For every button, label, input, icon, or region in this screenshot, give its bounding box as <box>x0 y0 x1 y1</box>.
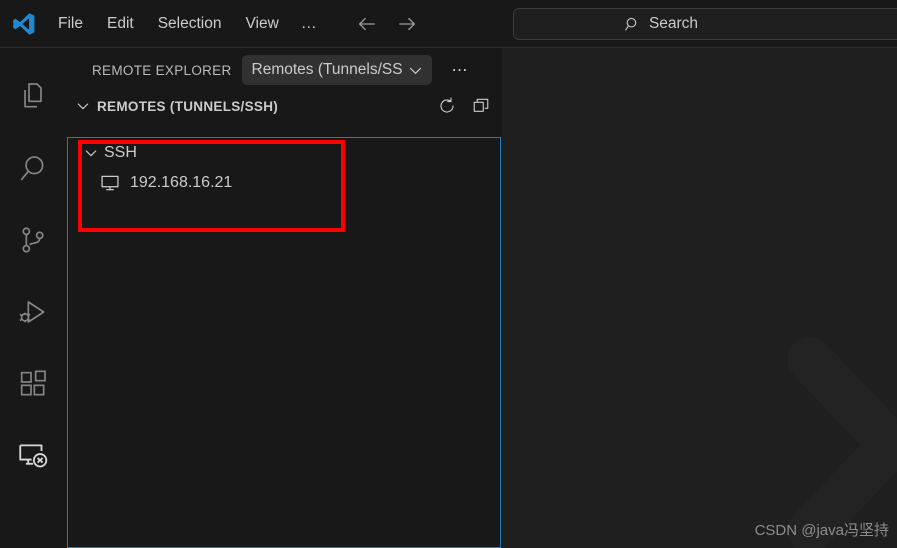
menu-edit[interactable]: Edit <box>95 10 146 38</box>
chevron-down-icon <box>407 62 424 79</box>
extensions-icon <box>17 368 49 400</box>
search-bar[interactable]: Search <box>513 8 897 40</box>
vscode-logo-icon <box>0 0 46 48</box>
activitybar-item-source-control[interactable] <box>0 204 65 276</box>
search-icon <box>17 152 49 184</box>
activitybar-item-remote-explorer[interactable] <box>0 420 65 492</box>
sidebar-more-actions-button[interactable]: ⋯ <box>446 60 476 80</box>
chevron-down-icon <box>75 98 91 114</box>
tree-item-host-label: 192.168.16.21 <box>130 174 233 191</box>
search-label: Search <box>648 15 699 32</box>
tree-item-host[interactable]: 192.168.16.21 <box>68 168 500 198</box>
watermark-text: CSDN @java冯坚持 <box>754 522 889 539</box>
refresh-icon[interactable] <box>438 97 456 115</box>
source-control-icon <box>17 224 49 256</box>
menu-selection[interactable]: Selection <box>146 10 234 38</box>
chevron-right-decor-icon <box>783 330 897 548</box>
tree-item-ssh[interactable]: SSH <box>68 138 500 168</box>
chevron-down-icon[interactable] <box>82 145 100 161</box>
remotes-tree: SSH 192.168.16.21 <box>67 137 501 548</box>
arrow-left-icon[interactable] <box>354 11 380 37</box>
remotes-section-actions <box>438 97 490 115</box>
files-icon <box>17 80 49 112</box>
navigation-arrows <box>354 11 420 37</box>
split-window-icon[interactable] <box>472 97 490 115</box>
menu-view[interactable]: View <box>233 10 290 38</box>
sidebar-header: REMOTE EXPLORER Remotes (Tunnels/SSH) ⋯ <box>65 48 502 92</box>
title-bar: File Edit Selection View … Search <box>0 0 897 48</box>
activitybar-item-search[interactable] <box>0 132 65 204</box>
tree-item-ssh-label: SSH <box>104 144 137 161</box>
activity-bar <box>0 48 65 548</box>
run-debug-icon <box>17 296 49 328</box>
remotes-section-title: REMOTES (TUNNELS/SSH) <box>97 98 279 114</box>
remotes-section-header[interactable]: REMOTES (TUNNELS/SSH) <box>65 92 502 120</box>
remotes-view-dropdown[interactable]: Remotes (Tunnels/SSH) <box>241 55 432 85</box>
editor-area: CSDN @java冯坚持 <box>502 48 897 548</box>
page-title: REMOTE EXPLORER <box>92 62 232 78</box>
menu-more[interactable]: … <box>291 10 329 38</box>
activitybar-item-extensions[interactable] <box>0 348 65 420</box>
arrow-right-icon[interactable] <box>394 11 420 37</box>
activitybar-item-explorer[interactable] <box>0 60 65 132</box>
menu-file[interactable]: File <box>46 10 95 38</box>
activitybar-item-run-and-debug[interactable] <box>0 276 65 348</box>
menu-bar: File Edit Selection View … <box>46 10 328 38</box>
remote-explorer-icon <box>16 439 50 473</box>
sidebar: REMOTE EXPLORER Remotes (Tunnels/SSH) ⋯ … <box>65 48 502 548</box>
vscode-window: File Edit Selection View … Search REMOTE… <box>0 0 897 548</box>
remotes-view-dropdown-label: Remotes (Tunnels/SSH) <box>251 61 403 78</box>
vm-monitor-icon <box>100 173 120 193</box>
search-icon <box>624 16 641 33</box>
